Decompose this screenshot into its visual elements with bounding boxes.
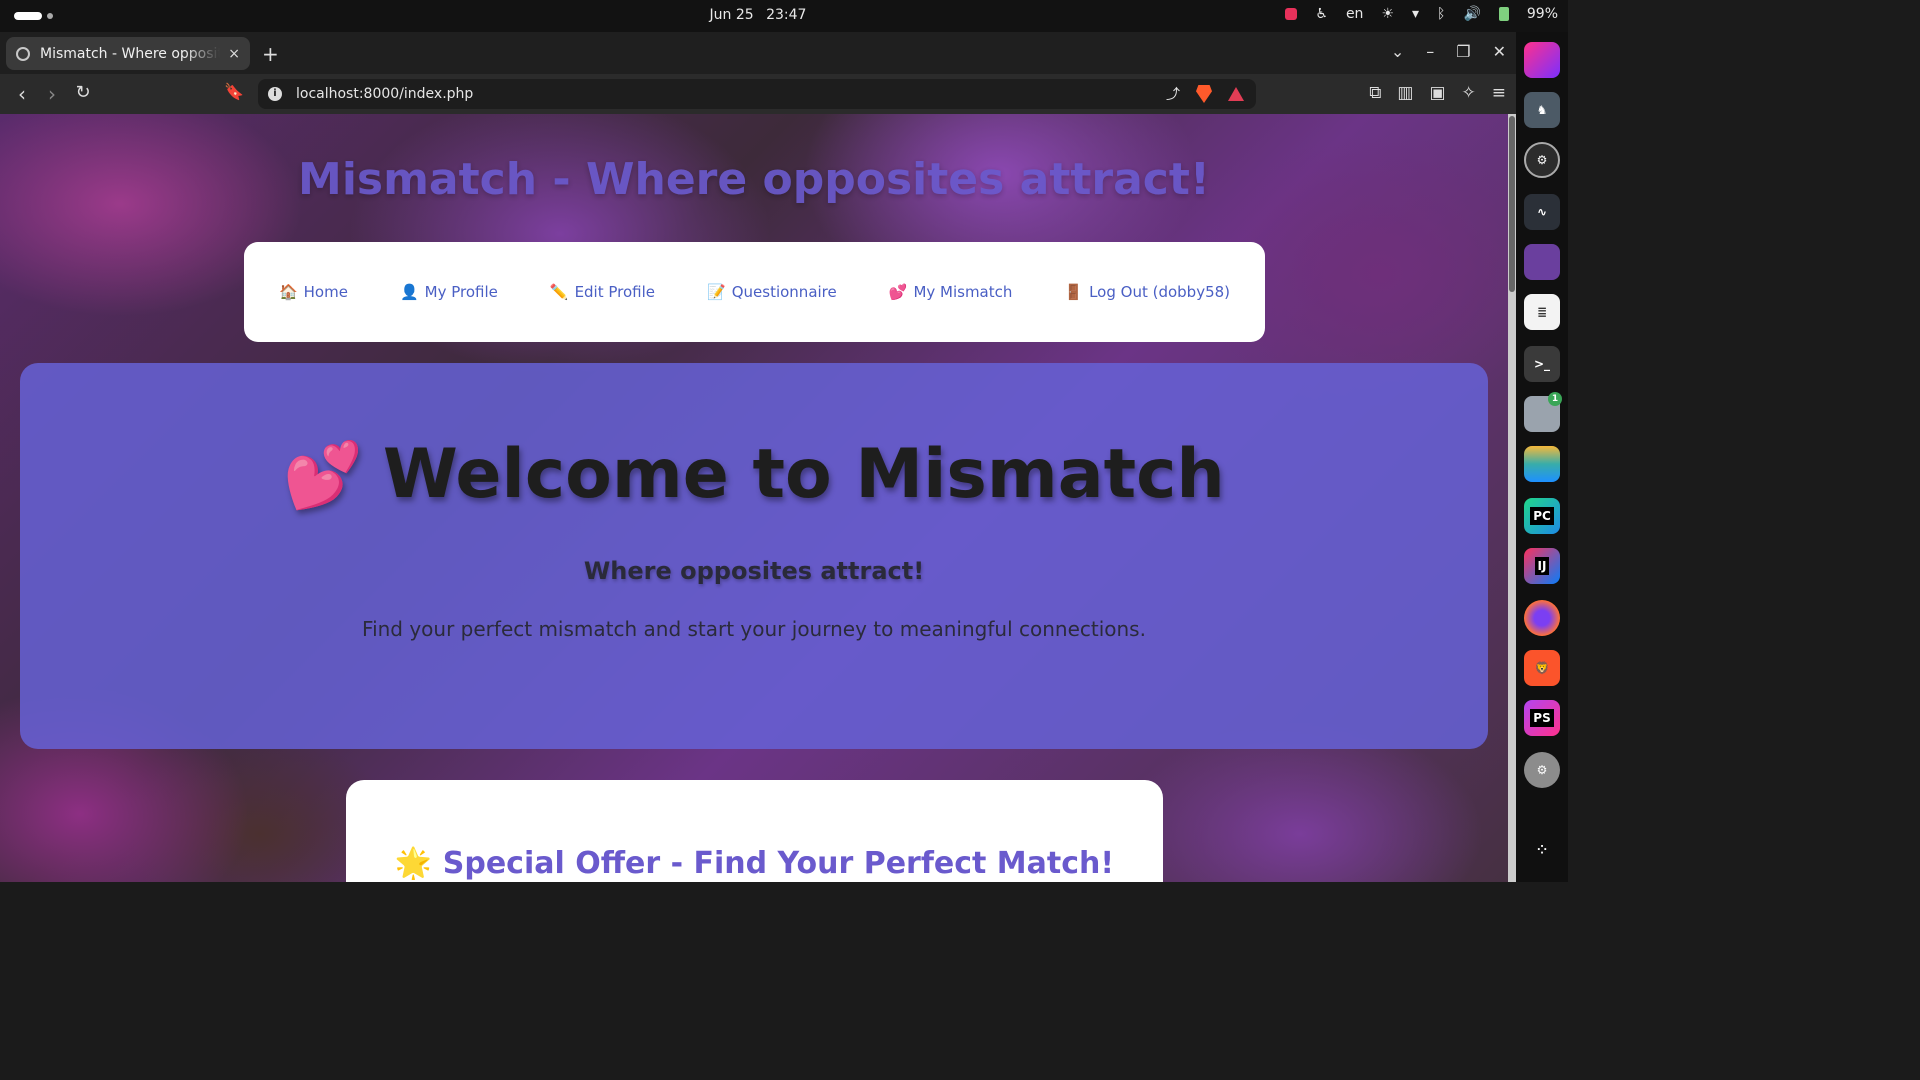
hearts-icon: 💕 xyxy=(283,439,363,513)
reload-icon[interactable]: ↻ xyxy=(71,82,95,103)
app-dock: ♞ ⚙ ∿ ≣ >_ 1 PC IJ 🦁 PS ⚙ ⁘ xyxy=(1516,32,1568,882)
browser-toolbar: ‹ › ↻ 🔖 i localhost:8000/index.php ⤴ ⧉ ▥… xyxy=(0,74,1516,114)
intellij-icon[interactable]: IJ xyxy=(1524,548,1560,584)
toolbar-extensions: ⧉ ▥ ▣ ✧ ≡ xyxy=(1369,83,1506,103)
wallet-icon[interactable]: ▣ xyxy=(1429,83,1445,103)
memo-icon: 📝 xyxy=(707,283,726,301)
share-icon[interactable]: ⤴ xyxy=(1166,84,1180,104)
close-tab-button[interactable]: × xyxy=(228,46,240,62)
window-controls: ⌄ – ❐ ✕ xyxy=(1391,42,1506,61)
extensions-icon[interactable]: ⧉ xyxy=(1369,83,1381,103)
battery-level: 99% xyxy=(1526,6,1558,22)
layers-app-icon[interactable] xyxy=(1524,446,1560,482)
hearts-icon: 💕 xyxy=(888,283,908,301)
language-indicator[interactable]: en xyxy=(1346,6,1364,22)
system-monitor-icon[interactable]: ∿ xyxy=(1524,194,1560,230)
minimize-button[interactable]: – xyxy=(1426,42,1434,61)
nav-log-out-label: Log Out (dobby58) xyxy=(1089,283,1231,301)
nav-home-label: Home xyxy=(303,283,348,301)
nav-log-out[interactable]: 🚪 Log Out (dobby58) xyxy=(1064,283,1230,301)
system-time: 23:47 xyxy=(766,7,807,23)
pencil-icon: ✏️ xyxy=(549,283,569,301)
nav-my-profile[interactable]: 👤 My Profile xyxy=(400,283,498,301)
new-tab-button[interactable]: + xyxy=(262,42,279,66)
offer-title: 🌟 Special Offer - Find Your Perfect Matc… xyxy=(346,846,1163,881)
nav-edit-profile[interactable]: ✏️ Edit Profile xyxy=(550,283,655,301)
menu-icon[interactable]: ≡ xyxy=(1492,83,1506,103)
bluetooth-icon: ᛒ xyxy=(1437,6,1446,22)
sidebar-icon[interactable]: ▥ xyxy=(1397,83,1413,103)
leo-ai-icon[interactable]: ✧ xyxy=(1462,83,1476,103)
brightness-icon: ☀ xyxy=(1381,6,1394,22)
site-info-icon[interactable]: i xyxy=(268,87,282,101)
back-icon[interactable]: ‹ xyxy=(10,82,34,106)
volume-icon: 🔊 xyxy=(1463,6,1481,22)
brave-rewards-icon[interactable] xyxy=(1228,87,1244,101)
door-icon: 🚪 xyxy=(1064,283,1084,301)
accessibility-icon[interactable]: ♿ xyxy=(1315,6,1328,22)
restore-button[interactable]: ❐ xyxy=(1456,42,1470,61)
brave-icon[interactable]: 🦁 xyxy=(1524,650,1560,686)
site-navigation: 🏠 Home 👤 My Profile ✏️ Edit Profile 📝 Questi… xyxy=(244,242,1265,342)
tab-search-button[interactable]: ⌄ xyxy=(1391,42,1404,61)
nav-questionnaire[interactable]: 📝 Questionnaire xyxy=(707,283,837,301)
tab-title: Mismatch - Where opposites attract! xyxy=(40,45,221,62)
horse-app-icon[interactable]: ♞ xyxy=(1524,92,1560,128)
offer-title-text: Special Offer - Find Your Perfect Match! xyxy=(442,846,1115,881)
globe-icon xyxy=(16,46,30,61)
tab-mismatch[interactable]: Mismatch - Where opposites attract! × xyxy=(6,37,250,70)
nav-my-mismatch-label: My Mismatch xyxy=(913,283,1013,301)
bookmark-icon[interactable]: 🔖 xyxy=(222,82,246,101)
forward-icon[interactable]: › xyxy=(40,82,64,106)
special-offer-card: 🌟 Special Offer - Find Your Perfect Matc… xyxy=(346,780,1163,882)
nav-my-profile-label: My Profile xyxy=(424,283,498,301)
battery-icon xyxy=(1498,7,1509,21)
system-tray[interactable]: ♿ en ☀ ▾ ᛒ 🔊 99% xyxy=(1285,6,1558,22)
system-top-bar: Jun 25 23:47 ♿ en ☀ ▾ ᛒ 🔊 99% xyxy=(0,0,1568,32)
hero-subheading: Where opposites attract! xyxy=(583,557,925,585)
settings-icon[interactable]: ⚙ xyxy=(1524,752,1560,788)
jetbrains-toolbox-icon[interactable] xyxy=(1524,42,1560,78)
user-icon: 👤 xyxy=(399,283,419,301)
terminal-icon[interactable]: >_ xyxy=(1524,346,1560,382)
nav-questionnaire-label: Questionnaire xyxy=(731,283,837,301)
welcome-hero: 💕 Welcome to Mismatch Where opposites att… xyxy=(20,363,1488,749)
hero-heading-text: Welcome to Mismatch xyxy=(382,435,1225,514)
wifi-icon: ▾ xyxy=(1412,6,1420,22)
address-bar[interactable]: i localhost:8000/index.php ⤴ xyxy=(258,79,1256,109)
color-picker-icon xyxy=(1285,8,1298,20)
star-icon: 🌟 xyxy=(394,846,433,881)
text-editor-icon[interactable] xyxy=(1524,244,1560,280)
settings-app-icon[interactable]: ⚙ xyxy=(1524,142,1560,178)
page-viewport: Mismatch - Where opposites attract! 🏠 Hom… xyxy=(0,114,1508,882)
files-badge: 1 xyxy=(1548,392,1562,406)
nav-home[interactable]: 🏠 Home xyxy=(279,283,348,301)
brave-shields-icon[interactable] xyxy=(1196,85,1212,103)
close-window-button[interactable]: ✕ xyxy=(1493,42,1506,61)
nav-edit-profile-label: Edit Profile xyxy=(574,283,656,301)
hero-heading: 💕 Welcome to Mismatch xyxy=(20,435,1488,514)
firefox-icon[interactable] xyxy=(1524,600,1560,636)
document-viewer-icon[interactable]: ≣ xyxy=(1524,294,1560,330)
scrollbar-thumb[interactable] xyxy=(1509,116,1515,292)
browser-tab-bar: Mismatch - Where opposites attract! × + … xyxy=(0,32,1516,74)
home-icon: 🏠 xyxy=(278,283,298,301)
files-icon[interactable]: 1 xyxy=(1524,392,1562,432)
system-date: Jun 25 xyxy=(709,7,754,23)
pycharm-icon[interactable]: PC xyxy=(1524,498,1560,534)
nav-my-mismatch[interactable]: 💕 My Mismatch xyxy=(889,283,1013,301)
url-text[interactable]: localhost:8000/index.php xyxy=(296,86,1166,102)
site-title: Mismatch - Where opposites attract! xyxy=(298,154,1210,205)
hero-description: Find your perfect mismatch and start you… xyxy=(362,617,1146,641)
app-grid-icon[interactable]: ⁘ xyxy=(1524,832,1560,868)
phpstorm-icon[interactable]: PS xyxy=(1524,700,1560,736)
